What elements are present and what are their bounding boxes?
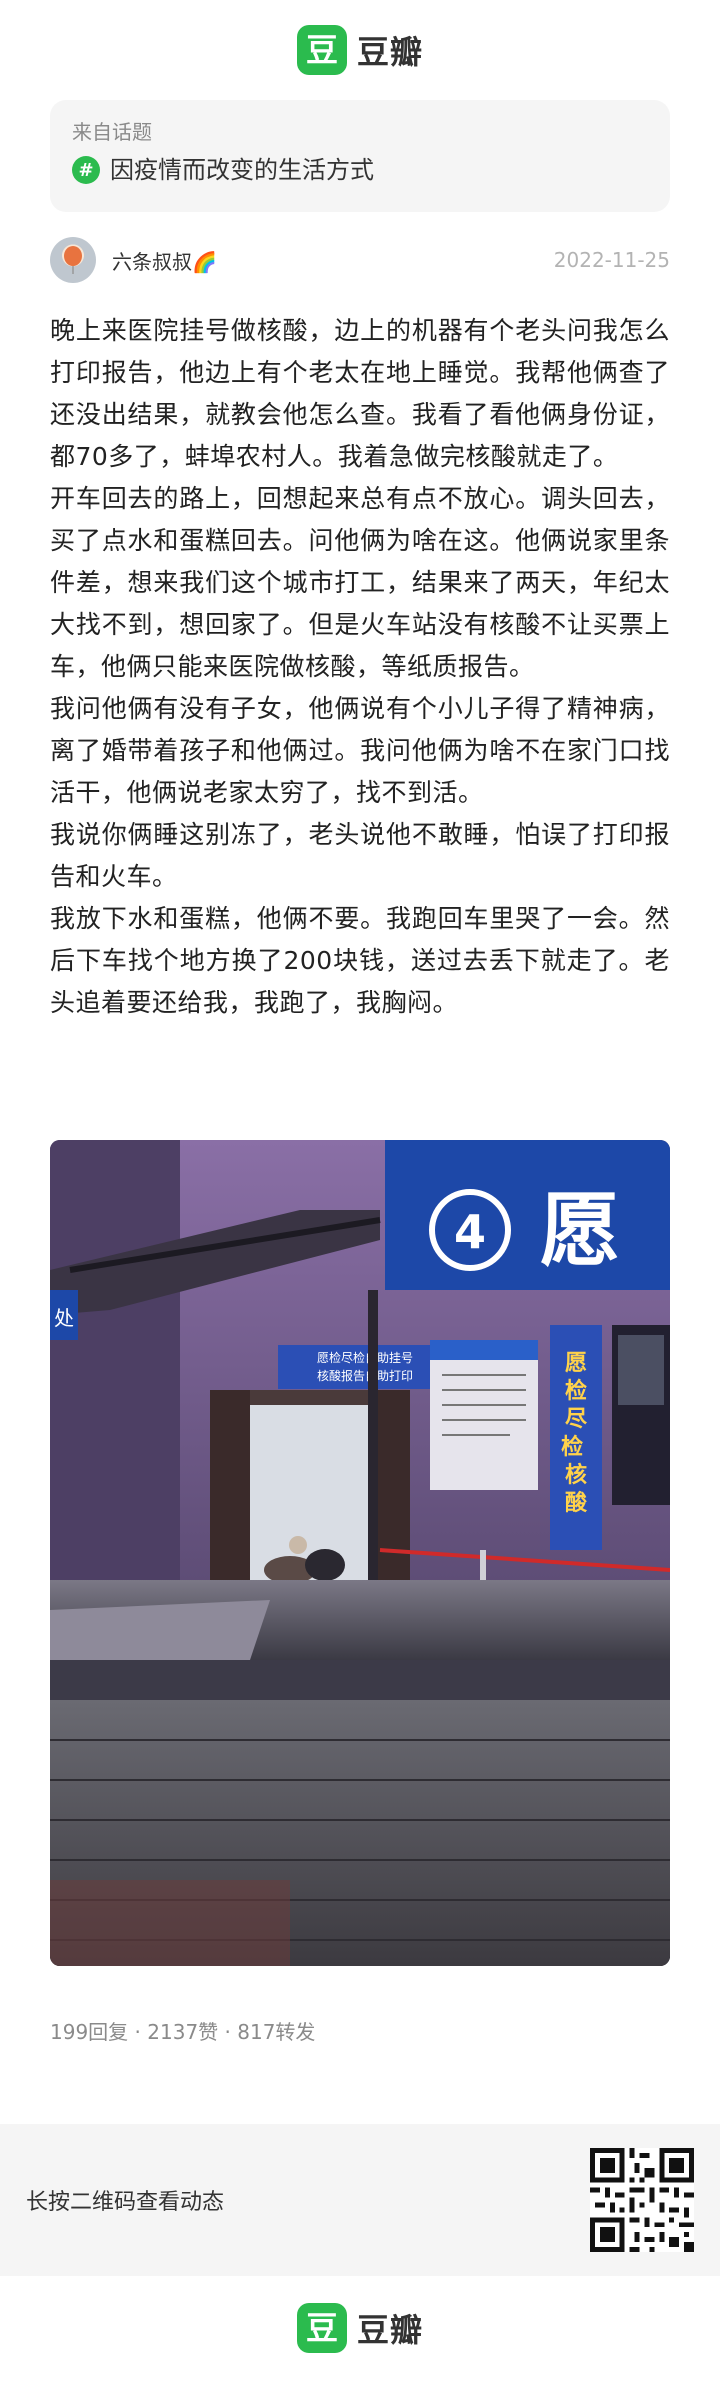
hashtag-icon: # [72, 156, 100, 184]
post-paragraph: 晚上来医院挂号做核酸，边上的机器有个老头问我怎么打印报告，他边上有个老太在地上睡… [50, 316, 670, 471]
stats-separator: · [218, 2020, 238, 2044]
like-count[interactable]: 2137赞 [147, 2020, 218, 2044]
hospital-night-photo: 4 愿 处 愿检尽检自助挂号 核酸报告自助打印 愿检尽检 核酸 [50, 1140, 670, 1966]
douban-header-brand: 豆 豆瓣 [0, 22, 720, 78]
brand-name: 豆瓣 [356, 33, 423, 71]
qr-code-icon [590, 2148, 694, 2252]
post-content: 晚上来医院挂号做核酸，边上的机器有个老头问我怎么打印报告，他边上有个老太在地上睡… [50, 310, 670, 1024]
qr-code[interactable] [590, 2148, 694, 2252]
balloon-icon [64, 246, 82, 274]
svg-text:核酸报告自助打印: 核酸报告自助打印 [317, 1368, 413, 1383]
author-row: 六条叔叔🌈 2022-11-25 [50, 234, 670, 286]
post-photo[interactable]: 4 愿 处 愿检尽检自助挂号 核酸报告自助打印 愿检尽检 核酸 [50, 1140, 670, 1966]
topic-card[interactable]: 来自话题 # 因疫情而改变的生活方式 [50, 100, 670, 212]
avatar[interactable] [50, 237, 96, 283]
topic-from-label: 来自话题 [72, 120, 152, 144]
svg-text:愿检尽检自助挂号: 愿检尽检自助挂号 [317, 1350, 413, 1365]
stats-separator: · [128, 2020, 148, 2044]
author-name[interactable]: 六条叔叔🌈 [112, 246, 217, 275]
post-date: 2022-11-25 [553, 248, 670, 272]
douban-logo-icon: 豆 [296, 2303, 347, 2353]
repost-count[interactable]: 817转发 [237, 2020, 315, 2044]
reply-count[interactable]: 199回复 [50, 2020, 128, 2044]
post-paragraph: 我问他俩有没有子女，他俩说有个小儿子得了精神病，离了婚带着孩子和他俩过。我问他俩… [50, 694, 670, 807]
svg-text:愿: 愿 [540, 1184, 620, 1277]
post-paragraph: 我说你俩睡这别冻了，老头说他不敢睡，怕误了打印报告和火车。 [50, 820, 670, 891]
svg-text:4: 4 [454, 1205, 486, 1259]
post-paragraph: 我放下水和蛋糕，他俩不要。我跑回车里哭了一会。然后下车找个地方换了200块钱，送… [50, 904, 670, 1017]
brand-name: 豆瓣 [356, 2311, 423, 2349]
douban-logo-icon: 豆 [296, 25, 347, 75]
post-stats: 199回复 · 2137赞 · 817转发 [50, 2018, 315, 2046]
post-paragraph: 开车回去的路上，回想起来总有点不放心。调头回去，买了点水和蛋糕回去。问他俩为啥在… [50, 484, 670, 681]
douban-footer-brand: 豆 豆瓣 [0, 2300, 720, 2356]
qr-hint: 长按二维码查看动态 [26, 2190, 225, 2215]
qr-bar: 长按二维码查看动态 [0, 2124, 720, 2276]
topic-title[interactable]: 因疫情而改变的生活方式 [110, 154, 374, 186]
svg-text:处: 处 [54, 1306, 74, 1330]
topic-row[interactable]: # 因疫情而改变的生活方式 [72, 154, 648, 186]
